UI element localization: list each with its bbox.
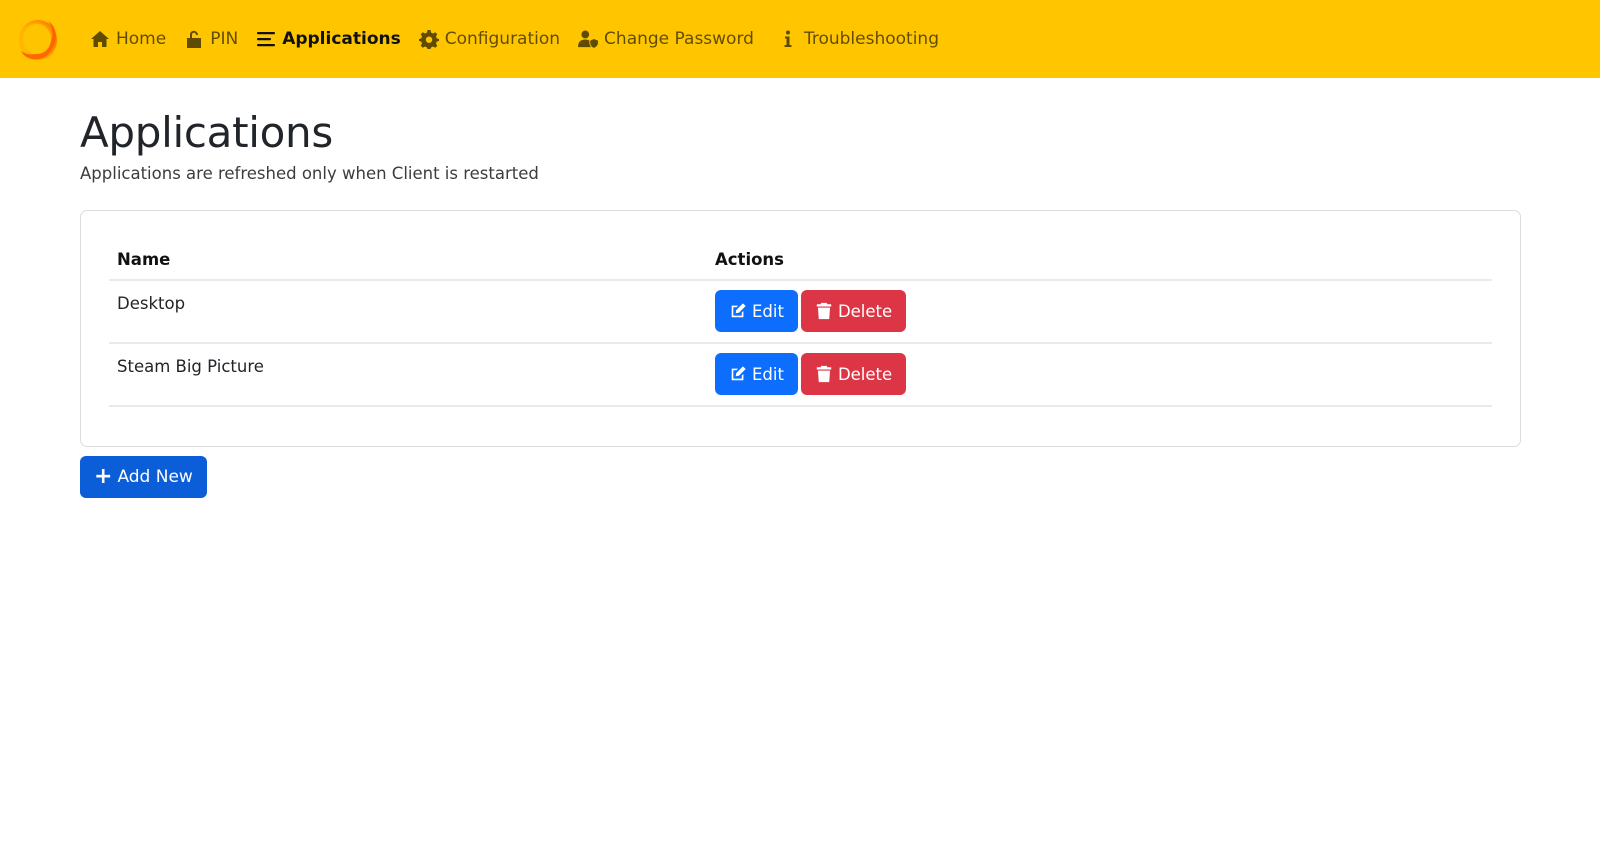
applications-table: Name Actions Desktop Edit Delete Steam B… [109,239,1492,408]
brand-logo[interactable] [14,14,64,64]
info-icon [778,29,798,49]
app-actions: Edit Delete [707,280,1492,345]
edit-label: Edit [752,364,784,384]
nav-home[interactable]: Home [90,29,166,49]
delete-button[interactable]: Delete [800,290,907,333]
trash-icon [816,303,832,320]
edit-icon [731,303,746,318]
edit-icon [731,366,746,381]
list-icon [256,29,276,49]
unlock-icon [184,29,204,49]
delete-label: Delete [837,301,893,321]
table-row: Desktop Edit Delete [109,280,1492,345]
plus-icon: + [94,464,113,490]
nav-pin-label: PIN [210,29,239,49]
trash-icon [816,366,832,383]
nav-applications-label: Applications [282,29,401,49]
nav-troubleshooting[interactable]: Troubleshooting [778,29,939,49]
app-actions: Edit Delete [707,343,1492,408]
nav-change-password-label: Change Password [604,29,754,49]
nav-home-label: Home [116,29,167,49]
delete-button[interactable]: Delete [800,353,907,396]
logo-icon [19,20,57,60]
nav-pin[interactable]: PIN [184,29,238,49]
nav-configuration[interactable]: Configuration [418,29,561,49]
page-title: Applications [80,108,333,157]
user-shield-icon [578,29,599,49]
add-new-label: Add New [117,467,193,488]
main-content: Applications Applications are refreshed … [0,108,1600,499]
applications-card: Name Actions Desktop Edit Delete Steam B… [80,210,1521,448]
nav-configuration-label: Configuration [444,29,561,49]
nav-change-password[interactable]: Change Password [578,29,754,49]
table-row: Steam Big Picture Edit Delete [109,343,1492,408]
home-icon [90,29,110,49]
table-header-row: Name Actions [109,239,1492,282]
add-new-button[interactable]: + Add New [80,456,207,499]
page-subtitle: Applications are refreshed only when Cli… [80,164,539,184]
nav-troubleshooting-label: Troubleshooting [803,29,939,49]
column-header-actions: Actions [707,239,1492,282]
delete-label: Delete [837,364,893,384]
nav-applications[interactable]: Applications [256,29,401,49]
navbar: Home PIN Applications Configuration Chan… [0,0,1600,78]
app-name: Steam Big Picture [109,343,707,408]
gear-icon [418,29,439,49]
edit-label: Edit [752,301,784,321]
app-name: Desktop [109,280,707,345]
column-header-name: Name [109,239,707,282]
edit-button[interactable]: Edit [715,290,798,333]
edit-button[interactable]: Edit [715,353,798,396]
